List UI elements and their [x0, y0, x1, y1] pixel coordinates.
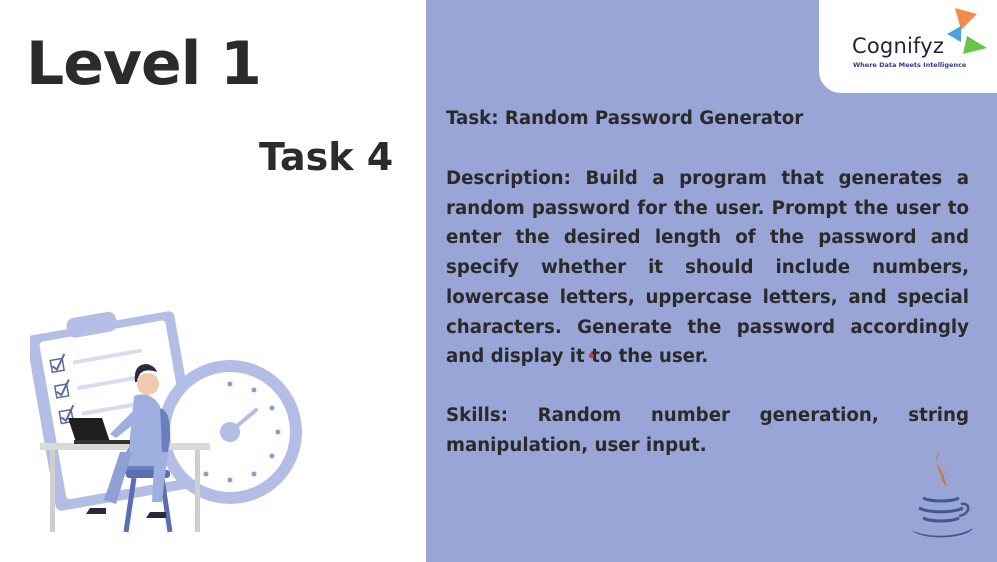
task-title: Task: Random Password Generator — [446, 108, 804, 129]
task-skills: Skills: Random number generation, string… — [446, 405, 969, 456]
cognifyz-logo-icon — [947, 8, 987, 54]
logo-card: Cognifyz Where Data Meets Intelligence — [819, 0, 997, 93]
level-title: Level 1 — [26, 29, 262, 99]
clock-icon — [158, 360, 302, 504]
person-at-laptop-illustration — [30, 311, 302, 533]
logo-wordmark: Cognifyz — [852, 34, 945, 58]
logo-tagline: Where Data Meets Intelligence — [853, 61, 967, 69]
task-number: Task 4 — [259, 135, 394, 179]
cursor-dot — [589, 353, 594, 358]
java-logo-icon — [911, 450, 973, 538]
task-description: Description: Build a program that genera… — [446, 168, 969, 368]
left-panel: Level 1 Task 4 — [0, 0, 426, 562]
